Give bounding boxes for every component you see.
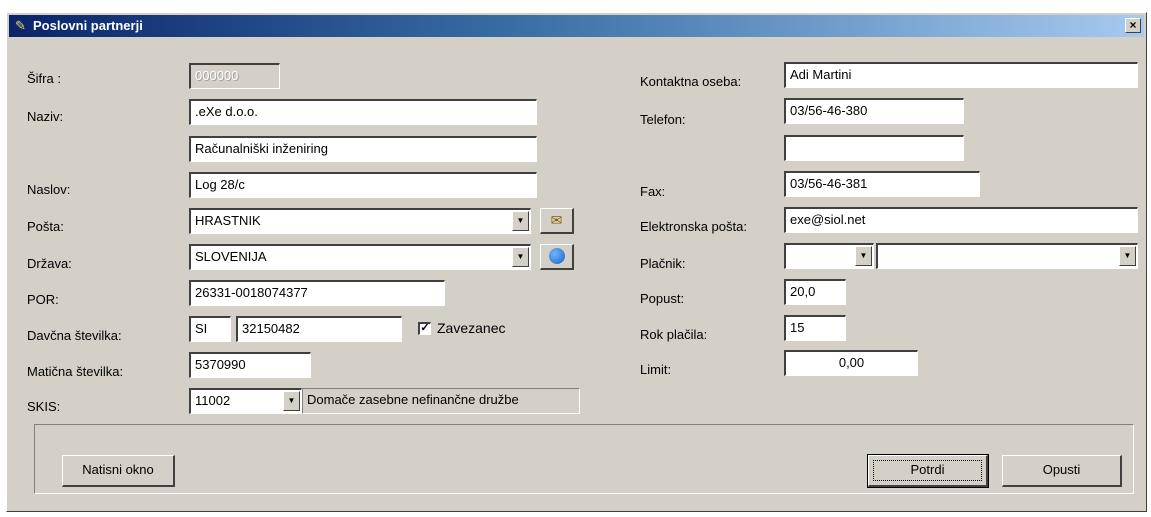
posta-label: Pošta:	[27, 219, 64, 234]
davcna-prefix-field[interactable]: SI	[189, 316, 231, 342]
drzava-lookup-button[interactable]	[540, 244, 574, 270]
confirm-button[interactable]: Potrdi	[867, 454, 989, 488]
kontakt-label: Kontaktna oseba:	[640, 74, 742, 89]
posta-value: HRASTNIK	[195, 213, 261, 228]
telefon-label: Telefon:	[640, 112, 686, 127]
drzava-label: Država:	[27, 256, 72, 271]
placnik-combo-1[interactable]: ▼	[784, 243, 874, 269]
placnik-label: Plačnik:	[640, 256, 686, 271]
zavezanec-checkbox[interactable]: ✓	[418, 322, 431, 335]
naslov-label: Naslov:	[27, 182, 71, 197]
popust-field[interactable]: 20,0	[784, 279, 846, 305]
skis-combo[interactable]: 11002 ▼	[189, 388, 302, 414]
title-bar[interactable]: ✎ Poslovni partnerji ×	[9, 15, 1144, 37]
maticna-field[interactable]: 5370990	[189, 352, 311, 378]
telefon-field-2[interactable]	[784, 135, 964, 161]
cancel-button[interactable]: Opusti	[1002, 455, 1122, 487]
placnik-combo-2[interactable]: ▼	[876, 243, 1138, 269]
maticna-label: Matična številka:	[27, 364, 124, 379]
sifra-label: Šifra :	[27, 71, 61, 86]
skis-value: 11002	[195, 393, 231, 408]
naziv-label: Naziv:	[27, 109, 64, 124]
drzava-value: SLOVENIJA	[195, 249, 267, 264]
chevron-down-icon[interactable]: ▼	[855, 246, 872, 266]
chevron-down-icon[interactable]: ▼	[283, 391, 300, 411]
davcna-field[interactable]: 32150482	[236, 316, 402, 342]
chevron-down-icon[interactable]: ▼	[512, 211, 529, 231]
posta-combo[interactable]: HRASTNIK ▼	[189, 208, 531, 234]
por-field[interactable]: 26331-0018074377	[189, 280, 445, 306]
skis-label: SKIS:	[27, 399, 61, 414]
naslov-field[interactable]: Log 28/c	[189, 172, 537, 198]
zavezanec-label: Zavezanec	[437, 320, 506, 336]
kontakt-field[interactable]: Adi Martini	[784, 62, 1138, 88]
globe-icon	[548, 248, 565, 264]
fax-field[interactable]: 03/56-46-381	[784, 171, 980, 197]
naziv-field-2[interactable]: Računalniški inženiring	[189, 136, 537, 162]
posta-lookup-button[interactable]: ✉	[540, 208, 574, 234]
fax-label: Fax:	[640, 184, 666, 199]
por-label: POR:	[27, 292, 59, 307]
window-title: Poslovni partnerji	[33, 18, 143, 33]
sifra-field: 000000	[189, 63, 280, 89]
naziv-field-1[interactable]: .eXe d.o.o.	[189, 99, 537, 125]
rok-field[interactable]: 15	[784, 315, 846, 341]
email-field[interactable]: exe@siol.net	[784, 207, 1138, 233]
envelope-icon: ✉	[550, 212, 563, 228]
confirm-label: Potrdi	[910, 462, 945, 477]
rok-label: Rok plačila:	[640, 327, 708, 342]
limit-label: Limit:	[640, 362, 672, 377]
telefon-field-1[interactable]: 03/56-46-380	[784, 98, 964, 124]
chevron-down-icon[interactable]: ▼	[1119, 246, 1136, 266]
davcna-label: Davčna številka:	[27, 328, 122, 343]
drzava-combo[interactable]: SLOVENIJA ▼	[189, 244, 531, 270]
skis-description: Domače zasebne nefinančne družbe	[302, 388, 580, 414]
limit-field[interactable]: 0,00	[784, 350, 918, 376]
close-button[interactable]: ×	[1125, 18, 1141, 33]
popust-label: Popust:	[640, 291, 685, 306]
email-label: Elektronska pošta:	[640, 219, 747, 234]
app-icon: ✎	[15, 18, 26, 33]
chevron-down-icon[interactable]: ▼	[512, 247, 529, 267]
print-window-button[interactable]: Natisni okno	[62, 455, 175, 487]
